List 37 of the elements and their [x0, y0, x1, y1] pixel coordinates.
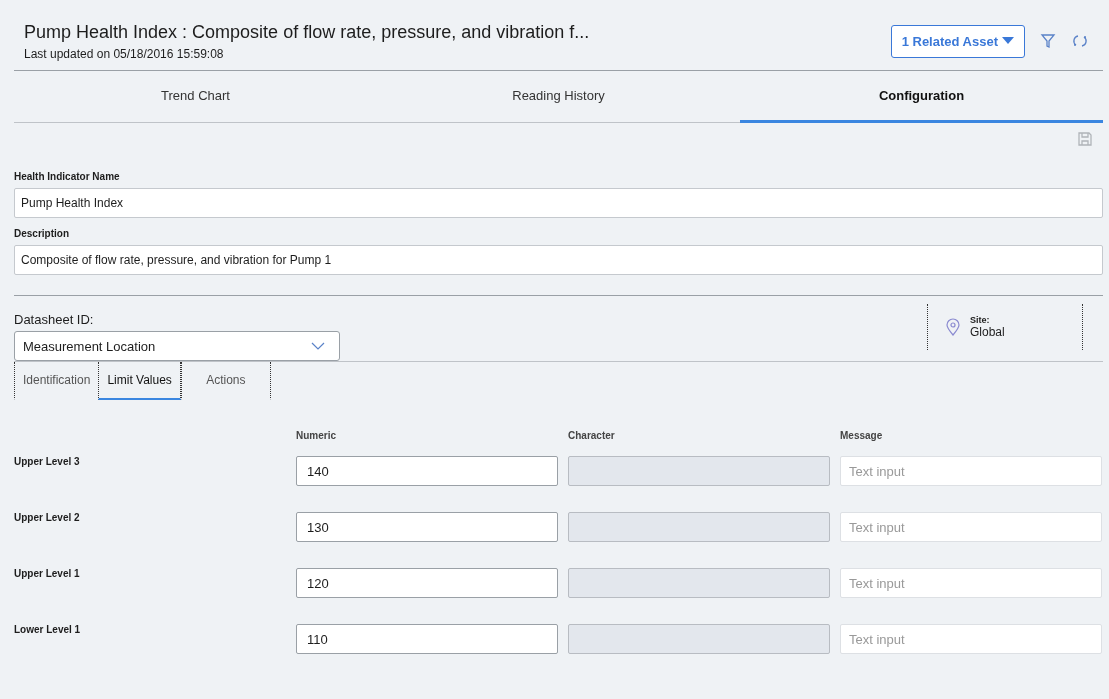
numeric-field[interactable]: 120	[296, 568, 558, 598]
message-field[interactable]: Text input	[840, 512, 1102, 542]
input-field[interactable]: Pump Health Index	[14, 188, 1103, 218]
numeric-field[interactable]: 130	[296, 512, 558, 542]
column-header: Numeric	[296, 430, 337, 441]
datasheet-label: Datasheet ID:	[14, 312, 95, 327]
field-label: Health Indicator Name	[14, 171, 121, 182]
numeric-field[interactable]: 140	[296, 456, 558, 486]
row-label: Lower Level 1	[14, 624, 82, 635]
filter-icon[interactable]	[1039, 32, 1057, 50]
tab[interactable]: Configuration	[740, 71, 1103, 123]
tab[interactable]: Reading History	[377, 71, 740, 123]
datasheet-dropdown[interactable]: Measurement Location	[14, 331, 340, 361]
site-label: Site:	[970, 315, 991, 325]
last-updated-text: Last updated on 05/18/2016 15:59:08	[24, 46, 225, 61]
site-value: Global	[970, 325, 1005, 339]
field-label: Description	[14, 228, 70, 239]
message-field[interactable]: Text input	[840, 568, 1102, 598]
page-title: Pump Health Index : Composite of flow rate, pressure, and vibration f...	[24, 21, 590, 43]
tab[interactable]: Trend Chart	[14, 71, 377, 123]
message-field[interactable]: Text input	[840, 456, 1102, 486]
numeric-field[interactable]: 110	[296, 624, 558, 654]
message-field[interactable]: Text input	[840, 624, 1102, 654]
row-label: Upper Level 1	[14, 568, 81, 579]
sub-tab[interactable]: Limit Values	[98, 362, 181, 400]
column-header: Character	[568, 430, 616, 441]
save-icon[interactable]	[1077, 131, 1093, 147]
row-label: Upper Level 3	[14, 456, 81, 467]
location-pin-icon	[946, 318, 960, 336]
row-label: Upper Level 2	[14, 512, 81, 523]
column-header: Message	[840, 430, 884, 441]
sub-tab[interactable]: Identification	[14, 362, 99, 400]
chevron-down-icon	[311, 342, 325, 350]
caret-icon	[1002, 37, 1014, 45]
input-field[interactable]: Composite of flow rate, pressure, and vibration for Pump 1	[14, 245, 1103, 275]
related-asset-button[interactable]: 1 Related Asset	[890, 24, 1025, 58]
sub-tab[interactable]: Actions	[180, 362, 271, 400]
